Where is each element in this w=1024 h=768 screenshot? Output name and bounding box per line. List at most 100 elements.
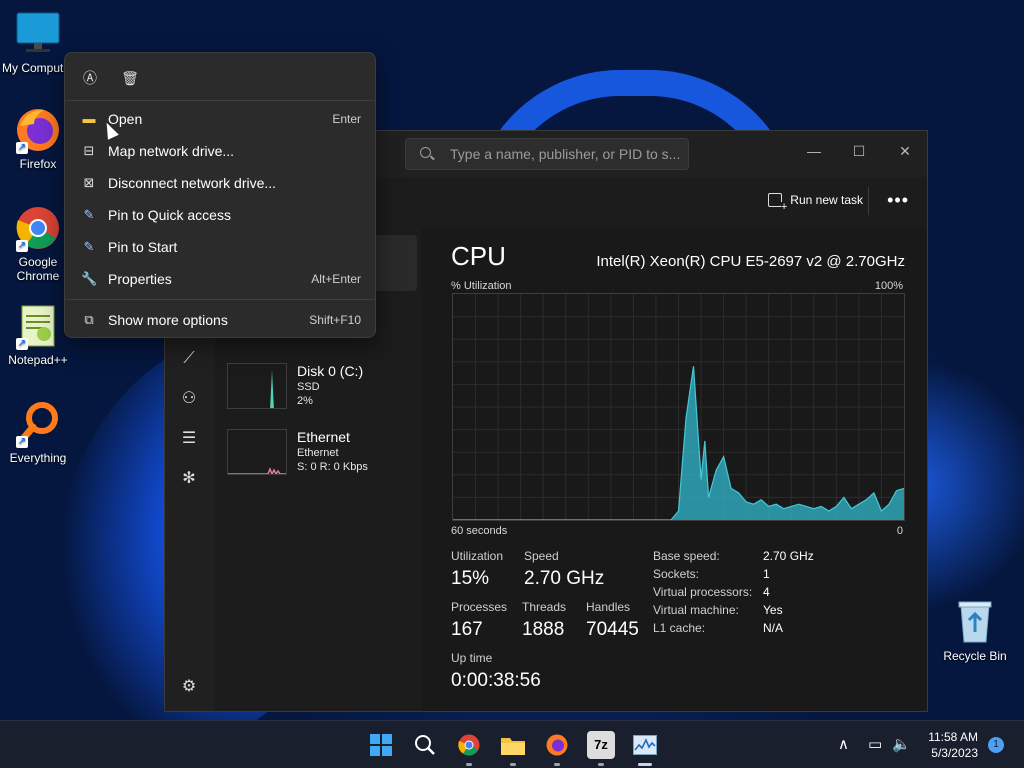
folder-icon: ▬ — [82, 111, 96, 126]
l1-cache-value: N/A — [763, 621, 784, 635]
device-type: Ethernet — [297, 447, 339, 459]
start-windows-icon[interactable] — [367, 731, 395, 759]
uptime-label: Up time — [451, 651, 493, 665]
performance-gauge-icon[interactable]: ⟋ — [179, 349, 199, 369]
shortcut-arrow-icon: ↗ — [16, 142, 28, 154]
device-name: Disk 0 (C:) — [297, 363, 364, 379]
7zip-icon[interactable]: 7z — [587, 731, 615, 759]
maximize-button[interactable]: ☐ — [844, 139, 874, 163]
clock[interactable]: 11:58 AM 5/3/2023 — [928, 729, 978, 761]
device-usage: S: 0 R: 0 Kbps — [297, 461, 368, 473]
more-options-icon[interactable]: ••• — [887, 190, 909, 211]
cpu-chart-svg — [453, 294, 905, 521]
minimize-button[interactable]: — — [799, 139, 829, 163]
run-new-task-label: Run new task — [790, 193, 863, 207]
desktop-icon-recycle-bin[interactable]: Recycle Bin — [937, 598, 1013, 663]
running-indicator — [598, 763, 604, 766]
menu-item-shortcut: Alt+Enter — [311, 272, 361, 286]
services-puzzle-icon[interactable]: ✻ — [179, 469, 199, 489]
menu-item-label: Pin to Quick access — [108, 207, 231, 223]
disconnect-drive-icon: ⊠ — [83, 175, 95, 190]
handles-value: 70445 — [586, 619, 639, 640]
notepad-plus-plus-icon: ↗ — [14, 302, 62, 350]
virtual-processors-value: 4 — [763, 585, 770, 599]
more-options-icon: ⧉ — [84, 312, 94, 327]
device-usage: 2% — [297, 395, 313, 407]
handles-label: Handles — [586, 600, 631, 614]
chrome-taskbar-icon[interactable] — [455, 731, 483, 759]
virtual-processors-label: Virtual processors: — [653, 585, 753, 599]
close-button[interactable]: ✕ — [890, 139, 920, 163]
toolbar-divider — [868, 187, 869, 215]
threads-label: Threads — [522, 600, 567, 614]
cpu-performance-panel: CPU Intel(R) Xeon(R) CPU E5-2697 v2 @ 2.… — [421, 227, 927, 711]
menu-separator — [65, 299, 375, 300]
sockets-label: Sockets: — [653, 567, 700, 581]
taskbar: 7z ∧ ▭ 🔈 11:58 AM 5/3/2023 1 — [0, 720, 1024, 768]
menu-item-map-network-drive[interactable]: ⊟ Map network drive... — [71, 136, 371, 166]
context-menu: Ⓐ 🗑 ▬ Open Enter ⊟ Map network drive... … — [64, 52, 376, 338]
menu-item-properties[interactable]: 🔧 Properties Alt+Enter — [71, 264, 371, 294]
cpu-title: CPU — [451, 241, 506, 271]
threads-value: 1888 — [522, 619, 565, 640]
pin-icon: ✎ — [83, 239, 95, 254]
firefox-taskbar-icon[interactable] — [543, 731, 571, 759]
utilization-label: Utilization — [451, 549, 504, 563]
show-hidden-icons-chevron-icon[interactable]: ∧ — [838, 735, 849, 753]
menu-item-label: Disconnect network drive... — [108, 175, 277, 191]
settings-gear-icon[interactable]: ⚙ — [179, 677, 199, 697]
min-axis-label: 0 — [896, 525, 903, 537]
file-explorer-icon[interactable] — [499, 731, 527, 759]
volume-icon[interactable]: 🔈 — [892, 735, 911, 753]
notification-badge[interactable]: 1 — [988, 737, 1004, 753]
recycle-bin-icon — [951, 598, 999, 646]
context-menu-quick-actions: Ⓐ 🗑 — [79, 67, 141, 89]
base-speed-value: 2.70 GHz — [763, 549, 814, 563]
desktop-icon-everything[interactable]: ↗ Everything — [0, 400, 76, 465]
menu-item-label: Show more options — [108, 312, 228, 328]
device-item-disk[interactable]: Disk 0 (C:) SSD 2% — [227, 363, 417, 413]
device-item-ethernet[interactable]: Ethernet Ethernet S: 0 R: 0 Kbps — [227, 429, 417, 479]
search-input[interactable]: Type a name, publisher, or PID to s... — [405, 138, 689, 170]
menu-item-show-more-options[interactable]: ⧉ Show more options Shift+F10 — [71, 305, 371, 335]
details-list-icon[interactable]: ☰ — [179, 429, 199, 449]
utilization-value: 15% — [451, 568, 490, 589]
disk-thumbnail-graph — [227, 363, 287, 409]
virtual-machine-value: Yes — [763, 603, 783, 617]
rename-icon[interactable]: Ⓐ — [79, 67, 101, 89]
active-indicator — [638, 763, 652, 766]
cpu-utilization-graph — [452, 293, 905, 521]
shortcut-arrow-icon: ↗ — [16, 240, 28, 252]
running-indicator — [466, 763, 472, 766]
menu-item-label: Map network drive... — [108, 143, 235, 159]
menu-item-disconnect-network-drive[interactable]: ⊠ Disconnect network drive... — [71, 168, 371, 198]
search-icon — [420, 147, 431, 158]
clock-time: 11:58 AM — [928, 730, 978, 744]
menu-item-label: Properties — [108, 271, 172, 287]
run-task-icon — [768, 193, 788, 212]
shortcut-arrow-icon: ↗ — [16, 338, 28, 350]
ethernet-thumbnail-graph — [227, 429, 287, 475]
running-indicator — [510, 763, 516, 766]
desktop-icon-label: Google Chrome — [16, 255, 60, 283]
run-new-task-button[interactable]: Run new task — [768, 193, 863, 212]
task-manager-taskbar-icon[interactable] — [631, 731, 659, 759]
processes-value: 167 — [451, 619, 483, 640]
search-placeholder: Type a name, publisher, or PID to s... — [450, 146, 681, 162]
users-icon[interactable]: ⚇ — [179, 389, 199, 409]
search-icon[interactable] — [411, 731, 439, 759]
menu-item-pin-start[interactable]: ✎ Pin to Start — [71, 232, 371, 262]
network-icon[interactable]: ▭ — [868, 735, 882, 753]
time-axis-label: 60 seconds — [451, 525, 508, 537]
processes-label: Processes — [451, 600, 508, 614]
cpu-model: Intel(R) Xeon(R) CPU E5-2697 v2 @ 2.70GH… — [596, 253, 905, 270]
delete-trash-icon[interactable]: 🗑 — [119, 67, 141, 89]
desktop-icon-label: Notepad++ — [8, 353, 68, 367]
everything-search-icon: ↗ — [14, 400, 62, 448]
device-type: SSD — [297, 381, 320, 393]
speed-label: Speed — [524, 549, 559, 563]
menu-item-pin-quick-access[interactable]: ✎ Pin to Quick access — [71, 200, 371, 230]
speed-value: 2.70 GHz — [524, 568, 605, 589]
menu-item-shortcut: Enter — [332, 112, 361, 126]
pin-icon: ✎ — [83, 207, 95, 222]
